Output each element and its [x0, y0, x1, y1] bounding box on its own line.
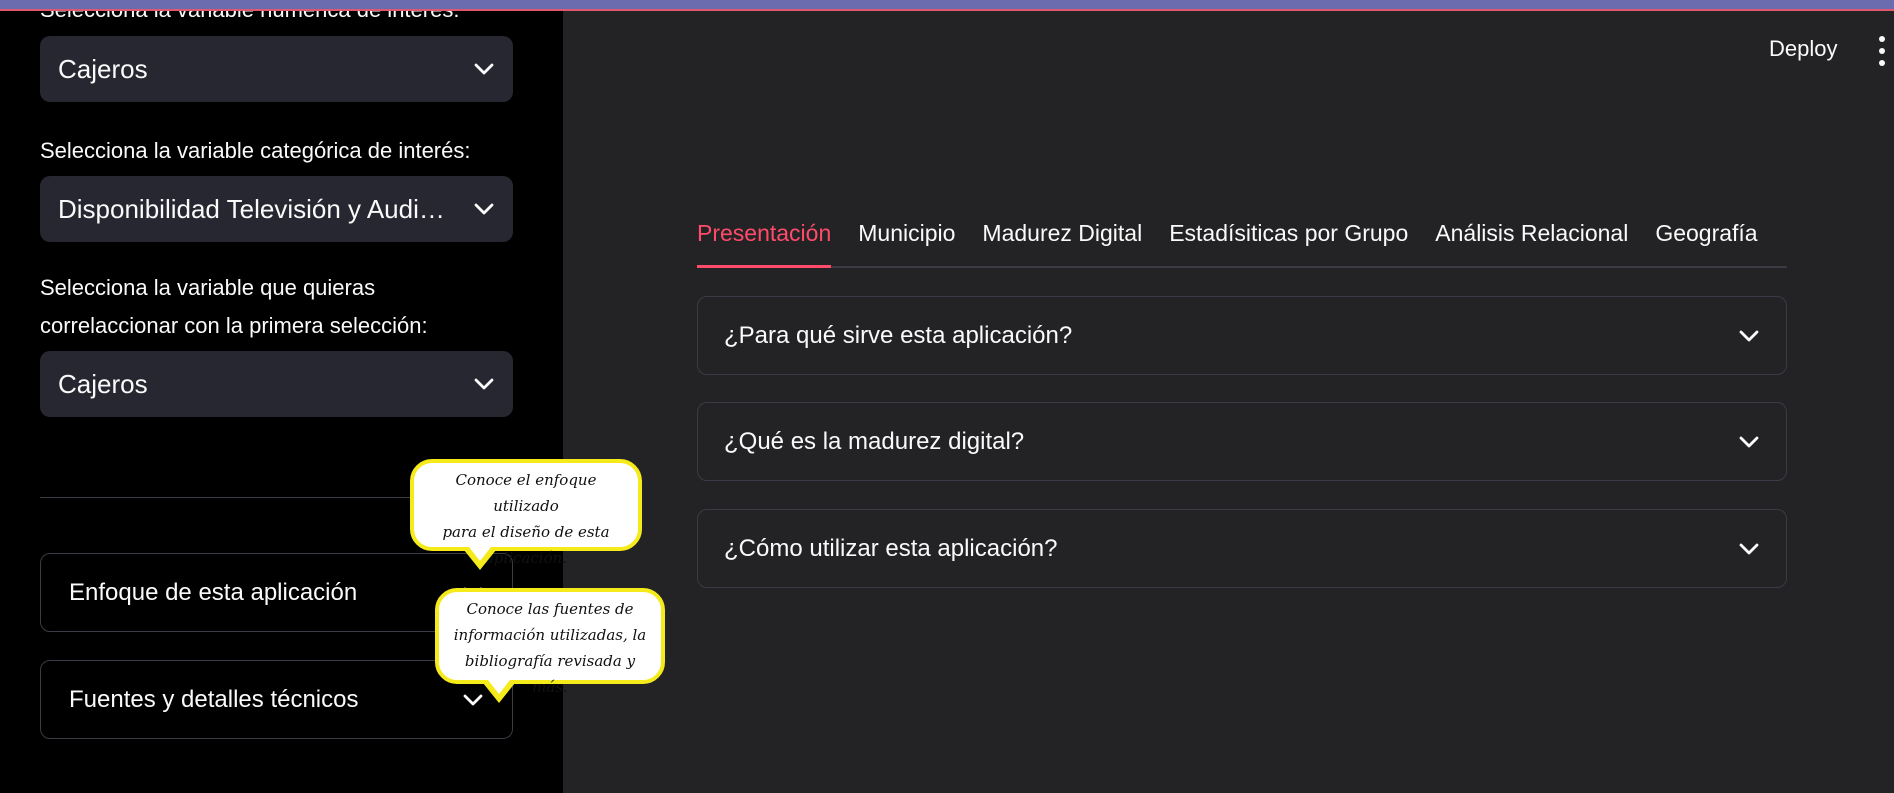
correlate-variable-label-line2: correlaccionar con la primera selección:	[40, 313, 428, 338]
correlate-variable-select[interactable]: Cajeros	[40, 351, 513, 417]
digital-maturity-expander[interactable]: ¿Qué es la madurez digital?	[697, 402, 1787, 481]
chevron-down-icon	[1738, 431, 1760, 453]
how-to-use-expander[interactable]: ¿Cómo utilizar esta aplicación?	[697, 509, 1787, 588]
approach-tooltip: Conoce el enfoque utilizado para el dise…	[410, 459, 642, 570]
categorical-variable-select[interactable]: Disponibilidad Televisión y Audi…	[40, 176, 513, 242]
tooltip-tail-inner	[488, 680, 510, 694]
tab-municipio[interactable]: Municipio	[858, 210, 955, 268]
menu-dot	[1879, 36, 1885, 42]
numeric-variable-value: Cajeros	[58, 53, 148, 84]
sources-tooltip: Conoce las fuentes de información utiliz…	[435, 588, 665, 703]
deploy-button[interactable]: Deploy	[1769, 36, 1837, 62]
sources-tooltip-line2: información utilizadas, la	[453, 626, 647, 644]
sources-expander-label: Fuentes y detalles técnicos	[69, 685, 359, 713]
correlate-variable-label-line1: Selecciona la variable que quieras	[40, 275, 376, 300]
tooltip-tail-inner	[469, 547, 491, 561]
tab-bar: Presentación Municipio Madurez Digital E…	[697, 210, 1787, 268]
approach-tooltip-line2: para el diseño de esta	[442, 523, 610, 541]
chevron-down-icon	[473, 198, 495, 220]
sources-tooltip-line3: bibliografía revisada y más.	[464, 652, 636, 696]
purpose-expander-label: ¿Para qué sirve esta aplicación?	[724, 321, 1073, 349]
tab-analisis-relacional[interactable]: Análisis Relacional	[1435, 210, 1628, 268]
categorical-variable-value: Disponibilidad Televisión y Audi…	[58, 193, 445, 224]
tab-presentacion[interactable]: Presentación	[697, 210, 832, 268]
menu-dot	[1879, 48, 1885, 54]
chevron-down-icon	[1738, 325, 1760, 347]
approach-expander-label: Enfoque de esta aplicación	[69, 578, 358, 606]
tab-geografia[interactable]: Geografía	[1655, 210, 1757, 268]
approach-tooltip-line3: aplicación.	[484, 549, 568, 567]
how-to-use-expander-label: ¿Cómo utilizar esta aplicación?	[724, 534, 1058, 562]
chevron-down-icon	[1738, 538, 1760, 560]
approach-tooltip-line1: Conoce el enfoque utilizado	[455, 471, 597, 515]
chevron-down-icon	[473, 58, 495, 80]
purpose-expander[interactable]: ¿Para qué sirve esta aplicación?	[697, 296, 1787, 375]
kebab-menu-icon[interactable]	[1876, 36, 1888, 66]
categorical-variable-label: Selecciona la variable categórica de int…	[40, 138, 471, 163]
menu-dot	[1879, 60, 1885, 66]
numeric-variable-select[interactable]: Cajeros	[40, 36, 513, 102]
correlate-variable-value: Cajeros	[58, 368, 148, 399]
tab-estadisticas-por-grupo[interactable]: Estadísiticas por Grupo	[1169, 210, 1408, 268]
top-decoration-bar	[0, 0, 1894, 11]
sources-tooltip-line1: Conoce las fuentes de	[466, 600, 634, 618]
digital-maturity-expander-label: ¿Qué es la madurez digital?	[724, 427, 1025, 455]
tab-madurez-digital[interactable]: Madurez Digital	[982, 210, 1142, 268]
chevron-down-icon	[473, 373, 495, 395]
